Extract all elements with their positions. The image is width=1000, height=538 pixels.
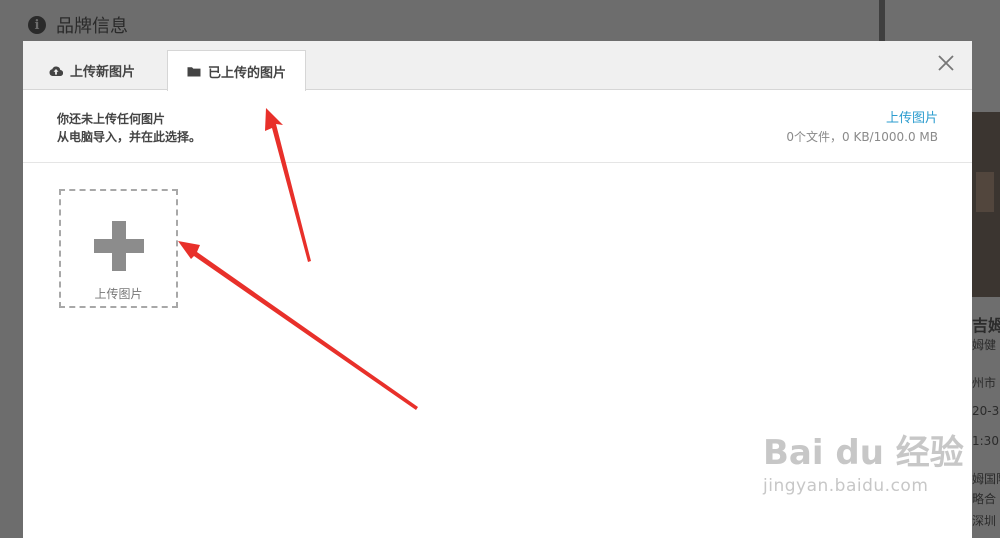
upload-image-tile[interactable]: 上传图片 [59, 189, 178, 308]
close-icon[interactable] [936, 53, 956, 73]
background-snippet: 略合 [972, 492, 997, 506]
watermark-main: Bai du 经验 [763, 433, 964, 473]
background-photo [972, 112, 1000, 297]
plus-icon-bar [94, 239, 144, 253]
folder-icon [187, 66, 201, 76]
tab-bar: 上传新图片 已上传的图片 [23, 41, 972, 91]
background-snippet: 深圳 [972, 514, 997, 528]
cloud-upload-icon [49, 66, 63, 76]
file-stats: 0个文件，0 KB/1000.0 MB [786, 130, 938, 144]
baidu-jingyan-watermark: Bai du 经验 jingyan.baidu.com [763, 425, 964, 496]
empty-state-line1: 你还未上传任何图片 [57, 112, 166, 126]
tab-uploaded-images-label: 已上传的图片 [207, 65, 286, 81]
upload-summary: 上传图片 0个文件，0 KB/1000.0 MB [786, 110, 938, 146]
info-icon: i [28, 16, 46, 34]
background-snippet: 姆健 [972, 338, 997, 352]
tab-upload-new-label: 上传新图片 [70, 65, 136, 80]
tab-upload-new[interactable]: 上传新图片 [29, 51, 155, 90]
background-section-header: i 品牌信息 [28, 12, 128, 38]
background-section-title: 品牌信息 [56, 16, 128, 37]
upload-image-link[interactable]: 上传图片 [786, 110, 938, 128]
background-snippet: 1:30~2 [972, 434, 1000, 448]
background-snippet: 20-39 [972, 404, 1000, 418]
empty-state-message: 你还未上传任何图片 从电脑导入，并在此选择。 [57, 110, 201, 146]
tab-uploaded-images[interactable]: 已上传的图片 [167, 50, 306, 91]
watermark-url: jingyan.baidu.com [763, 476, 929, 496]
background-snippet: 吉姆 [972, 316, 1000, 335]
background-snippet: 姆国际 [972, 472, 1000, 486]
upload-info-row: 你还未上传任何图片 从电脑导入，并在此选择。 上传图片 0个文件，0 KB/10… [23, 90, 972, 163]
upload-image-tile-label: 上传图片 [94, 287, 143, 301]
empty-state-line2: 从电脑导入，并在此选择。 [57, 130, 202, 144]
background-snippet: 州市 [972, 376, 997, 390]
